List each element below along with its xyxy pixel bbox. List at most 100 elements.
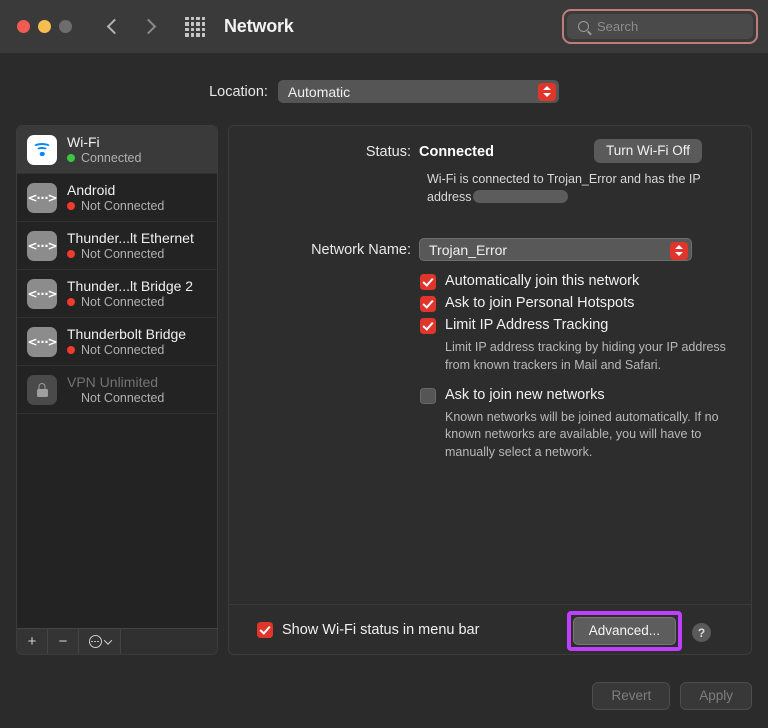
- add-service-button[interactable]: +: [17, 629, 48, 654]
- advanced-button[interactable]: Advanced...: [572, 617, 676, 645]
- show-wifi-status-label: Show Wi-Fi status in menu bar: [282, 621, 480, 638]
- option-checkbox[interactable]: [420, 387, 436, 404]
- sidebar-item-thunder-lt-ethernet[interactable]: <⋯> Thunder...lt Ethernet Not Connected: [17, 222, 217, 270]
- option-row[interactable]: Ask to join Personal Hotspots: [420, 295, 740, 312]
- status-label: Status:: [365, 144, 411, 160]
- apply-button[interactable]: Apply: [680, 682, 752, 710]
- sidebar-item-thunderbolt-bridge[interactable]: <⋯> Thunderbolt Bridge Not Connected: [17, 318, 217, 366]
- gear-more-icon: [88, 635, 102, 648]
- forward-icon[interactable]: [140, 18, 157, 35]
- grid-apps-icon[interactable]: [185, 16, 205, 37]
- location-label: Location:: [209, 83, 268, 100]
- status-dot-red: [67, 346, 75, 355]
- sidebar-item-status: Not Connected: [67, 295, 193, 309]
- search-placeholder: Search: [597, 19, 639, 34]
- remove-service-button[interactable]: −: [48, 629, 79, 654]
- network-services-list: Wi-Fi Connected <⋯> Android Not Connected <⋯>…: [17, 126, 217, 414]
- sidebar-item-vpn-unlimited[interactable]: VPN Unlimited Not Connected: [17, 366, 217, 414]
- sidebar-item-status-label: Not Connected: [81, 342, 165, 357]
- sidebar-item-name: Android: [67, 181, 116, 198]
- status-dot-red: [67, 298, 75, 307]
- search-input[interactable]: Search: [567, 14, 753, 39]
- location-value: Automatic: [287, 83, 351, 100]
- sidebar-item-status: Not Connected: [67, 343, 186, 357]
- sidebar-item-name: Wi-Fi: [67, 133, 100, 150]
- footer-actions: Revert Apply: [592, 682, 752, 710]
- ethernet-icon: <⋯>: [27, 182, 58, 213]
- network-services-sidebar: Wi-Fi Connected <⋯> Android Not Connected <⋯>…: [16, 125, 218, 655]
- option-label: Ask to join Personal Hotspots: [445, 295, 635, 311]
- turn-wifi-off-button[interactable]: Turn Wi-Fi Off: [594, 139, 702, 163]
- wifi-icon: [27, 134, 57, 165]
- service-actions-button[interactable]: [79, 629, 121, 654]
- network-name-stepper-icon[interactable]: [670, 241, 688, 260]
- search-icon: [578, 21, 589, 32]
- ethernet-icon: <⋯>: [27, 230, 58, 261]
- show-wifi-status-checkbox[interactable]: [257, 622, 273, 638]
- panel-bottom-bar: Show Wi-Fi status in menu bar Advanced..…: [229, 604, 751, 654]
- option-checkbox[interactable]: [420, 296, 436, 312]
- show-wifi-status-row[interactable]: Show Wi-Fi status in menu bar: [257, 621, 479, 638]
- close-button[interactable]: [17, 20, 30, 33]
- sidebar-item-status: Not Connected: [67, 247, 194, 261]
- sidebar-item-status: Not Connected: [67, 199, 164, 213]
- option-checkbox[interactable]: [420, 318, 436, 334]
- option-label: Ask to join new networks: [445, 386, 605, 403]
- sidebar-item-android[interactable]: <⋯> Android Not Connected: [17, 174, 217, 222]
- back-icon[interactable]: [106, 18, 123, 35]
- sidebar-item-status: Connected: [67, 151, 141, 165]
- ethernet-icon: <⋯>: [27, 278, 58, 309]
- sidebar-item-thunder-lt-bridge-2[interactable]: <⋯> Thunder...lt Bridge 2 Not Connected: [17, 270, 217, 318]
- toolbar-filler: [121, 629, 217, 654]
- network-name-select[interactable]: Trojan_Error: [419, 238, 692, 261]
- minimize-button[interactable]: [38, 20, 51, 33]
- revert-button[interactable]: Revert: [592, 682, 671, 710]
- sidebar-item-name: VPN Unlimited: [67, 373, 159, 390]
- status-dot-green: [67, 154, 75, 163]
- navigation-arrows: [106, 18, 157, 35]
- option-label: Automatically join this network: [445, 273, 640, 289]
- sidebar-item-name: Thunderbolt Bridge: [67, 325, 187, 342]
- network-name-value: Trojan_Error: [429, 241, 508, 258]
- redacted-ip-address: [473, 189, 569, 203]
- option-label: Limit IP Address Tracking: [445, 317, 609, 333]
- sidebar-item-status-label: Not Connected: [81, 294, 165, 309]
- network-name-row: Network Name: Trojan_Error: [229, 238, 751, 261]
- sidebar-item-status-label: Not Connected: [81, 198, 165, 213]
- option-row[interactable]: Limit IP Address Tracking: [420, 317, 740, 334]
- sidebar-item-status-label: Not Connected: [81, 246, 165, 261]
- sidebar-item-wi-fi[interactable]: Wi-Fi Connected: [17, 126, 217, 174]
- status-value: Connected: [419, 144, 494, 160]
- option-help-text: Limit IP address tracking by hiding your…: [445, 340, 726, 372]
- zoom-button[interactable]: [59, 20, 72, 33]
- sidebar-item-name: Thunder...lt Bridge 2: [67, 277, 194, 294]
- option-row[interactable]: Ask to join new networks: [420, 387, 740, 404]
- status-dot-red: [67, 202, 75, 211]
- wifi-options-list: Automatically join this network Ask to jo…: [420, 273, 740, 474]
- status-dot-none: [67, 394, 75, 402]
- network-name-label: Network Name:: [311, 241, 411, 258]
- advanced-highlight-box: Advanced...: [566, 611, 682, 651]
- traffic-lights: [17, 20, 72, 33]
- sidebar-item-status-label: Not Connected: [81, 390, 165, 405]
- option-row[interactable]: Automatically join this network: [420, 273, 740, 290]
- location-stepper-icon[interactable]: [537, 82, 556, 101]
- lock-icon: [27, 374, 57, 405]
- ethernet-icon: <⋯>: [27, 326, 58, 357]
- help-button[interactable]: ?: [692, 623, 711, 642]
- sidebar-item-status-label: Connected: [81, 150, 142, 165]
- status-dot-red: [67, 250, 75, 259]
- chevron-down-icon: [103, 635, 112, 645]
- location-select[interactable]: Automatic: [277, 80, 559, 103]
- search-highlight-box: Search: [562, 9, 758, 44]
- wifi-settings-panel: Status: Connected Turn Wi-Fi Off Wi-Fi i…: [228, 125, 752, 655]
- page-title: Network: [224, 16, 294, 36]
- sidebar-toolbar: + −: [17, 628, 217, 654]
- sidebar-item-name: Thunder...lt Ethernet: [67, 229, 194, 246]
- option-help-text: Known networks will be joined automatica…: [445, 409, 719, 460]
- option-checkbox[interactable]: [420, 274, 436, 290]
- sidebar-item-status: Not Connected: [67, 391, 164, 405]
- location-row: Location: Automatic: [0, 80, 768, 103]
- window-titlebar: Network Search: [0, 0, 768, 53]
- connection-description: Wi-Fi is connected to Trojan_Error and h…: [427, 171, 717, 207]
